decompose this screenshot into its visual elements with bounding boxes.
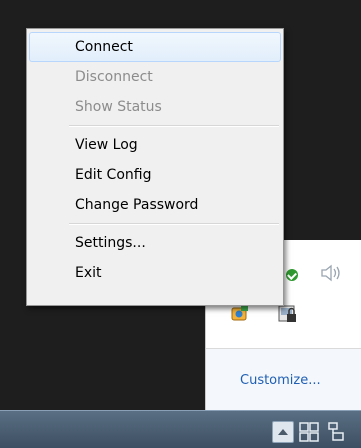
speaker-icon[interactable] xyxy=(318,262,344,284)
menu-item-label: Show Status xyxy=(75,99,162,115)
taskbar xyxy=(0,410,361,448)
menu-item-disconnect[interactable]: Disconnect xyxy=(29,62,281,92)
menu-item-exit[interactable]: Exit xyxy=(29,258,281,288)
shield-check-icon[interactable] xyxy=(286,269,298,281)
lock-icon[interactable] xyxy=(278,304,298,324)
menu-item-show-status[interactable]: Show Status xyxy=(29,92,281,122)
menu-item-label: Edit Config xyxy=(75,167,152,183)
openvpn-icon[interactable] xyxy=(230,304,250,324)
menu-item-label: View Log xyxy=(75,137,138,153)
customize-link[interactable]: Customize... xyxy=(240,373,321,388)
menu-separator xyxy=(29,220,281,228)
menu-item-label: Disconnect xyxy=(75,69,153,85)
windows-icon[interactable] xyxy=(298,421,320,443)
menu-item-edit-config[interactable]: Edit Config xyxy=(29,160,281,190)
openvpn-context-menu: Connect Disconnect Show Status View Log … xyxy=(26,28,284,306)
menu-item-view-log[interactable]: View Log xyxy=(29,130,281,160)
show-hidden-icons-icon[interactable] xyxy=(272,421,294,443)
menu-item-label: Exit xyxy=(75,265,102,281)
menu-separator xyxy=(29,122,281,130)
menu-item-connect[interactable]: Connect xyxy=(29,32,281,62)
menu-item-settings[interactable]: Settings... xyxy=(29,228,281,258)
menu-item-change-password[interactable]: Change Password xyxy=(29,190,281,220)
menu-item-label: Change Password xyxy=(75,197,199,213)
menu-item-label: Settings... xyxy=(75,235,146,251)
network-icon[interactable] xyxy=(324,421,346,443)
menu-item-label: Connect xyxy=(75,39,133,55)
